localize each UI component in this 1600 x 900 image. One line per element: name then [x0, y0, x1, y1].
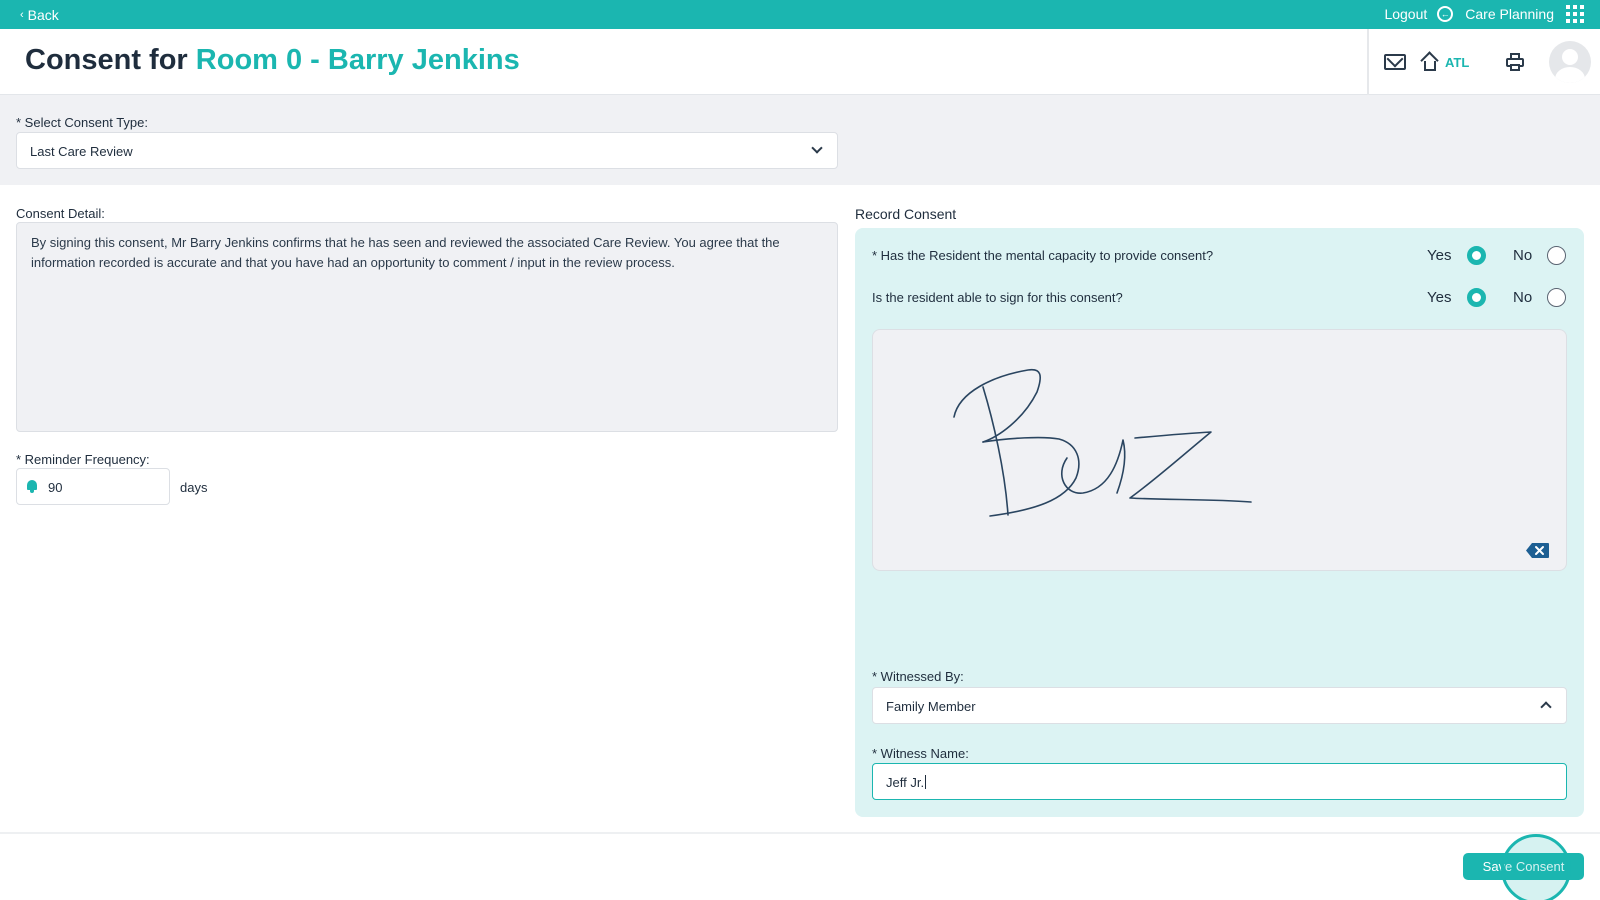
save-consent-button[interactable]: Save Consent	[1463, 853, 1584, 880]
record-consent-title: Record Consent	[855, 206, 957, 222]
capacity-no-radio[interactable]	[1547, 246, 1566, 265]
capacity-yes-radio[interactable]	[1467, 246, 1486, 265]
chevron-up-icon	[1540, 701, 1552, 713]
reminder-frequency-input[interactable]: 90	[16, 468, 170, 505]
title-subject: Room 0 - Barry Jenkins	[195, 44, 520, 76]
witness-name-value: Jeff Jr.	[886, 775, 925, 790]
page-header: Consent for Room 0 - Barry Jenkins ATL	[0, 29, 1600, 95]
capacity-question: * Has the Resident the mental capacity t…	[872, 248, 1214, 263]
back-link[interactable]: ‹ Back	[20, 7, 59, 23]
witness-name-label: * Witness Name:	[872, 746, 969, 761]
logout-label: Logout	[1384, 6, 1428, 22]
sign-yes-radio[interactable]	[1467, 288, 1486, 307]
back-label: Back	[27, 7, 59, 23]
text-caret	[925, 775, 927, 789]
home-button[interactable]: ATL	[1420, 51, 1470, 72]
title-prefix: Consent for	[25, 44, 188, 76]
consent-detail-label: Consent Detail:	[16, 206, 105, 221]
signature-pad[interactable]	[872, 329, 1567, 571]
reminder-value: 90	[48, 480, 63, 495]
reminder-label: * Reminder Frequency:	[16, 452, 150, 467]
clear-signature-button[interactable]	[1525, 542, 1550, 559]
consent-type-value: Last Care Review	[30, 144, 133, 159]
witnessed-by-value: Family Member	[886, 699, 976, 714]
witnessed-by-label: * Witnessed By:	[872, 669, 964, 684]
consent-type-label: * Select Consent Type:	[16, 115, 149, 130]
witness-name-value-wrap: Jeff Jr.	[886, 775, 927, 790]
reminder-unit: days	[180, 480, 208, 495]
chevron-down-icon	[811, 142, 823, 154]
app-grid-icon[interactable]	[1566, 5, 1584, 23]
mail-icon[interactable]	[1384, 54, 1406, 70]
top-nav-bar: ‹ Back Logout ← Care Planning	[0, 0, 1600, 29]
backspace-icon	[1526, 543, 1549, 558]
consent-detail-text: By signing this consent, Mr Barry Jenkin…	[16, 222, 838, 432]
logout-button[interactable]: Logout ←	[1384, 6, 1454, 22]
sign-question: Is the resident able to sign for this co…	[872, 290, 1123, 305]
witnessed-by-select[interactable]: Family Member	[872, 687, 1567, 724]
page-title: Consent for Room 0 - Barry Jenkins	[25, 44, 520, 77]
sign-no-label: No	[1513, 289, 1533, 306]
header-toolbar: ATL	[1384, 29, 1592, 95]
avatar[interactable]	[1549, 41, 1592, 83]
header-divider	[1367, 29, 1369, 95]
home-icon	[1420, 51, 1440, 72]
footer-divider	[0, 832, 1600, 834]
capacity-yes-label: Yes	[1427, 247, 1452, 264]
print-icon[interactable]	[1505, 52, 1525, 72]
bell-icon	[26, 480, 38, 493]
witness-name-input[interactable]: Jeff Jr.	[872, 763, 1567, 800]
capacity-no-label: No	[1513, 247, 1533, 264]
module-label[interactable]: Care Planning	[1465, 6, 1554, 22]
sign-no-radio[interactable]	[1547, 288, 1566, 307]
home-label: ATL	[1445, 54, 1470, 70]
signature-drawing	[953, 368, 1252, 517]
sign-yes-label: Yes	[1427, 289, 1452, 306]
logout-icon: ←	[1437, 6, 1454, 22]
consent-type-select[interactable]: Last Care Review	[16, 132, 838, 169]
chevron-left-icon: ‹	[20, 9, 24, 21]
